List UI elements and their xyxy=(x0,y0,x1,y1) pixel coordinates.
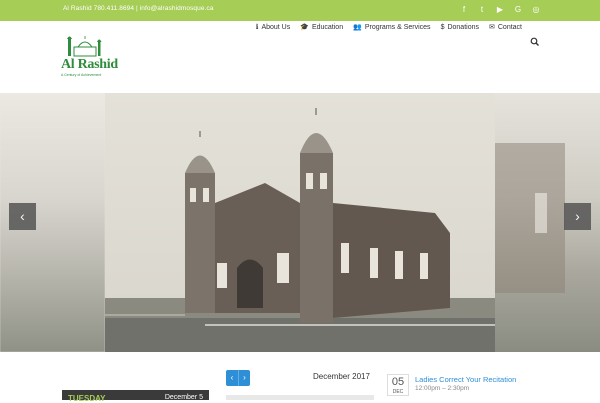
facebook-icon[interactable]: f xyxy=(460,3,468,17)
mosque-photo xyxy=(105,93,495,352)
google-plus-icon[interactable]: G xyxy=(514,3,522,17)
hero-slider: ‹ › xyxy=(0,93,600,352)
nav-label: Donations xyxy=(447,23,479,31)
logo-name: Al Rashid xyxy=(61,57,118,72)
event-time: 12:00pm – 2:30pm xyxy=(415,385,470,392)
calendar-month: December 2017 xyxy=(313,372,370,381)
graduation-cap-icon: 🎓 xyxy=(300,24,309,31)
content-area: TUESDAY December 5 ‹ › December 2017 05 … xyxy=(0,352,600,403)
slider-prev-button[interactable]: ‹ xyxy=(9,203,36,230)
search-icon[interactable] xyxy=(530,37,540,47)
event-date-badge: 05 DEC xyxy=(387,374,409,396)
chevron-left-icon: ‹ xyxy=(20,208,25,224)
info-icon: ℹ xyxy=(255,24,259,31)
top-bar: Al Rashid 780.411.8694 | info@alrashidmo… xyxy=(0,0,600,21)
event-month: DEC xyxy=(392,389,404,395)
site-logo[interactable]: Al Rashid A Century of Achievement xyxy=(60,35,120,85)
contact-info: Al Rashid 780.411.8694 | info@alrashidmo… xyxy=(63,5,214,12)
main-nav: ℹ About Us 🎓 Education 👥 Programs & Serv… xyxy=(255,23,522,32)
chevron-right-icon: › xyxy=(575,208,580,224)
nav-contact[interactable]: ✉ Contact xyxy=(489,23,522,32)
envelope-icon: ✉ xyxy=(489,24,495,31)
nav-about-us[interactable]: ℹ About Us xyxy=(255,23,291,32)
dollar-icon: $ xyxy=(440,23,445,31)
chevron-right-icon: › xyxy=(243,373,246,382)
nav-label: Education xyxy=(311,23,344,31)
slider-next-button[interactable]: › xyxy=(564,203,591,230)
calendar-next-button[interactable]: › xyxy=(238,370,250,386)
mosque-logo-icon xyxy=(67,36,102,57)
event-day: 05 xyxy=(391,376,405,388)
social-links: f t ▶ G ◎ xyxy=(460,3,540,17)
nav-donations[interactable]: $ Donations xyxy=(441,23,479,31)
logo-tagline: A Century of Achievement xyxy=(61,73,102,77)
chevron-left-icon: ‹ xyxy=(230,373,234,382)
nav-programs-services[interactable]: 👥 Programs & Services xyxy=(353,23,431,32)
site-header: Al Rashid A Century of Achievement ℹ Abo… xyxy=(0,21,600,93)
calendar-prev-button[interactable]: ‹ xyxy=(226,370,238,386)
calendar-weekdays-row xyxy=(226,395,374,400)
event-title-link[interactable]: Ladies Correct Your Recitation xyxy=(415,375,516,384)
nav-label: Contact xyxy=(497,23,522,31)
nav-label: About Us xyxy=(261,23,291,31)
nav-education[interactable]: 🎓 Education xyxy=(300,23,344,32)
twitter-icon[interactable]: t xyxy=(478,3,486,17)
weekday-label: TUESDAY xyxy=(68,394,106,403)
users-icon: 👥 xyxy=(353,24,362,31)
nav-label: Programs & Services xyxy=(364,23,431,31)
instagram-icon[interactable]: ◎ xyxy=(532,3,540,17)
daily-info-box: TUESDAY December 5 xyxy=(62,390,209,403)
youtube-icon[interactable]: ▶ xyxy=(496,3,504,17)
